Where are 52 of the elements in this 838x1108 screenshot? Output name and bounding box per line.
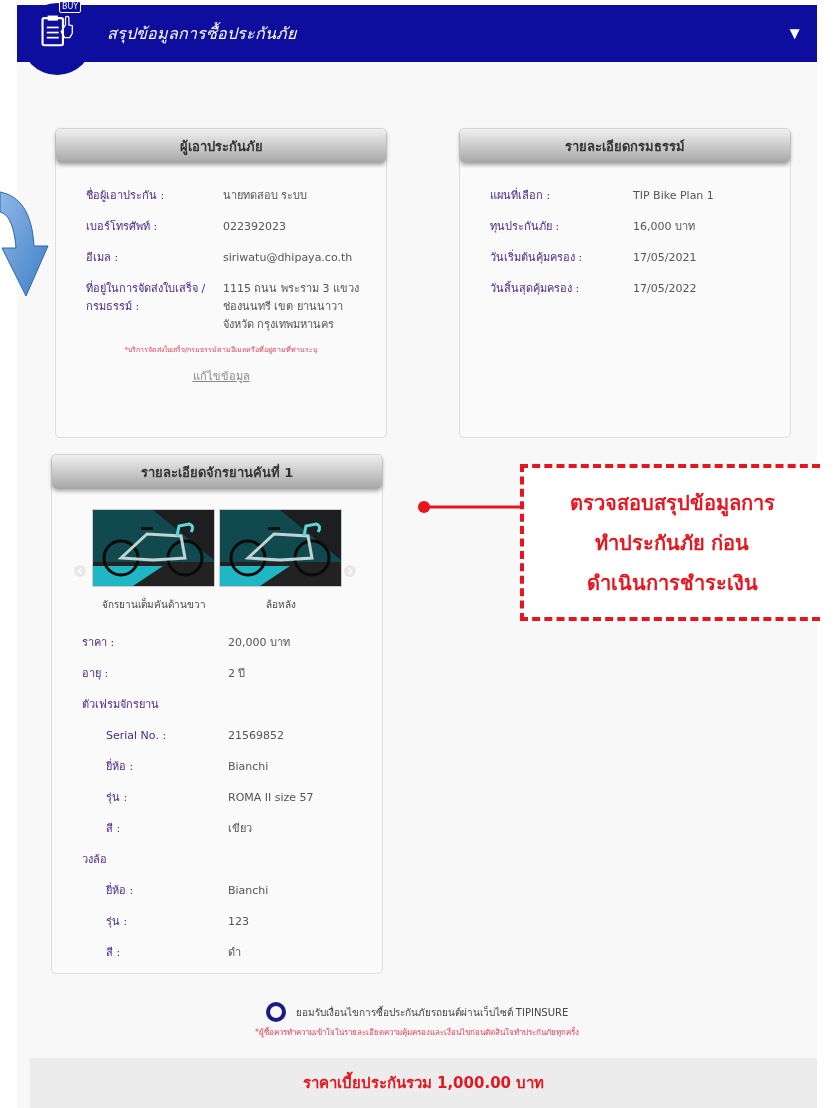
field-value: 17/05/2022 <box>633 281 698 297</box>
buy-tag: BUY <box>59 0 82 13</box>
page-title: สรุปข้อมูลการซื้อประกันภัย <box>107 21 298 46</box>
field-label: Serial No. : <box>105 728 168 744</box>
field-label: อายุ : <box>82 666 110 682</box>
total-premium: ราคาเบี้ยประกันรวม 1,000.00 บาท <box>302 1071 545 1095</box>
field-label: แผนที่เลือก : <box>490 187 552 204</box>
field-label: เบอร์โทรศัพท์ : <box>86 219 159 235</box>
field-value: เขียว <box>228 821 253 837</box>
field-label: อีเมล : <box>86 250 120 266</box>
field-value: ROMA II size 57 <box>228 790 315 806</box>
collapse-toggle[interactable]: ▼ <box>786 23 803 44</box>
radio-button[interactable] <box>265 1002 286 1022</box>
card-header: รายละเอียดจักรยานคันที่ 1 <box>52 455 382 489</box>
field-label: ทุนประกันภัย : <box>490 219 561 235</box>
field-label: วันเริ่มต้นคุ้มครอง : <box>490 249 584 266</box>
field-value: นายทดสอบ ระบบ <box>223 188 309 204</box>
card-header: ผู้เอาประกันภัย <box>56 129 386 163</box>
consent-label: ยอมรับเงื่อนไขการซื้อประกันภัยรถยนต์ผ่านเว็บไซต์ TIPINSURE <box>295 1004 569 1020</box>
field-label: วันสิ้นสุดคุ้มครอง : <box>490 280 581 297</box>
field-value: 17/05/2021 <box>633 250 698 266</box>
field-value: Bianchi <box>228 759 270 775</box>
field-label: รุ่น : <box>105 914 129 930</box>
callout-text: ทำประกันภัย ก่อน <box>594 529 750 557</box>
field-value: 2 ปี <box>228 666 247 682</box>
field-value: Bianchi <box>228 883 270 899</box>
consent-note: *ผู้ซื้อควรทำความเข้าใจในรายละเอียดความคุ้มครองและเงื่อนไขก่อนตัดสินใจทำประกันภัยทุกครั้ง <box>255 1026 579 1039</box>
field-label: ชื่อผู้เอาประกัน : <box>86 187 166 204</box>
field-label: ยี่ห้อ : <box>105 758 135 775</box>
field-value: 21569852 <box>228 728 285 744</box>
callout-text: ตรวจสอบสรุปข้อมูลการ <box>569 489 775 519</box>
field-label: ราคา : <box>82 635 116 651</box>
edit-link[interactable]: แก้ไขข้อมูล <box>192 370 250 383</box>
field-value: siriwatu@dhipaya.co.th <box>223 250 354 266</box>
field-label: ตัวเฟรมจักรยาน <box>82 697 160 713</box>
field-value: TIP Bike Plan 1 <box>633 188 715 204</box>
field-value: 16,000 บาท <box>633 219 696 235</box>
photo-caption: จักรยานเต็มคันด้านขวา <box>101 597 206 612</box>
field-value: 123 <box>228 914 250 930</box>
field-label: สี : <box>105 821 122 837</box>
card-header: รายละเอียดกรมธรรม์ <box>460 129 790 163</box>
field-value: 022392023 <box>223 219 287 235</box>
field-label: ที่อยู่ในการจัดส่งใบเสร็จ / กรมธรรม์ : <box>86 280 207 315</box>
callout-text: ดำเนินการชำระเงิน <box>586 569 758 597</box>
field-label: รุ่น : <box>105 790 129 806</box>
field-label: ยี่ห้อ : <box>105 882 135 899</box>
photo-caption: ล้อหลัง <box>265 598 296 612</box>
field-value: ดำ <box>228 945 242 961</box>
field-value: 1115 ถนน พระราม 3 แขวง ช่องนนทรี เขต ยานนาวา จังหวัด กรุงเทพมหานคร <box>223 281 360 333</box>
field-value: 20,000 บาท <box>228 635 291 651</box>
field-label: วงล้อ <box>82 852 108 868</box>
field-label: สี : <box>105 945 122 961</box>
